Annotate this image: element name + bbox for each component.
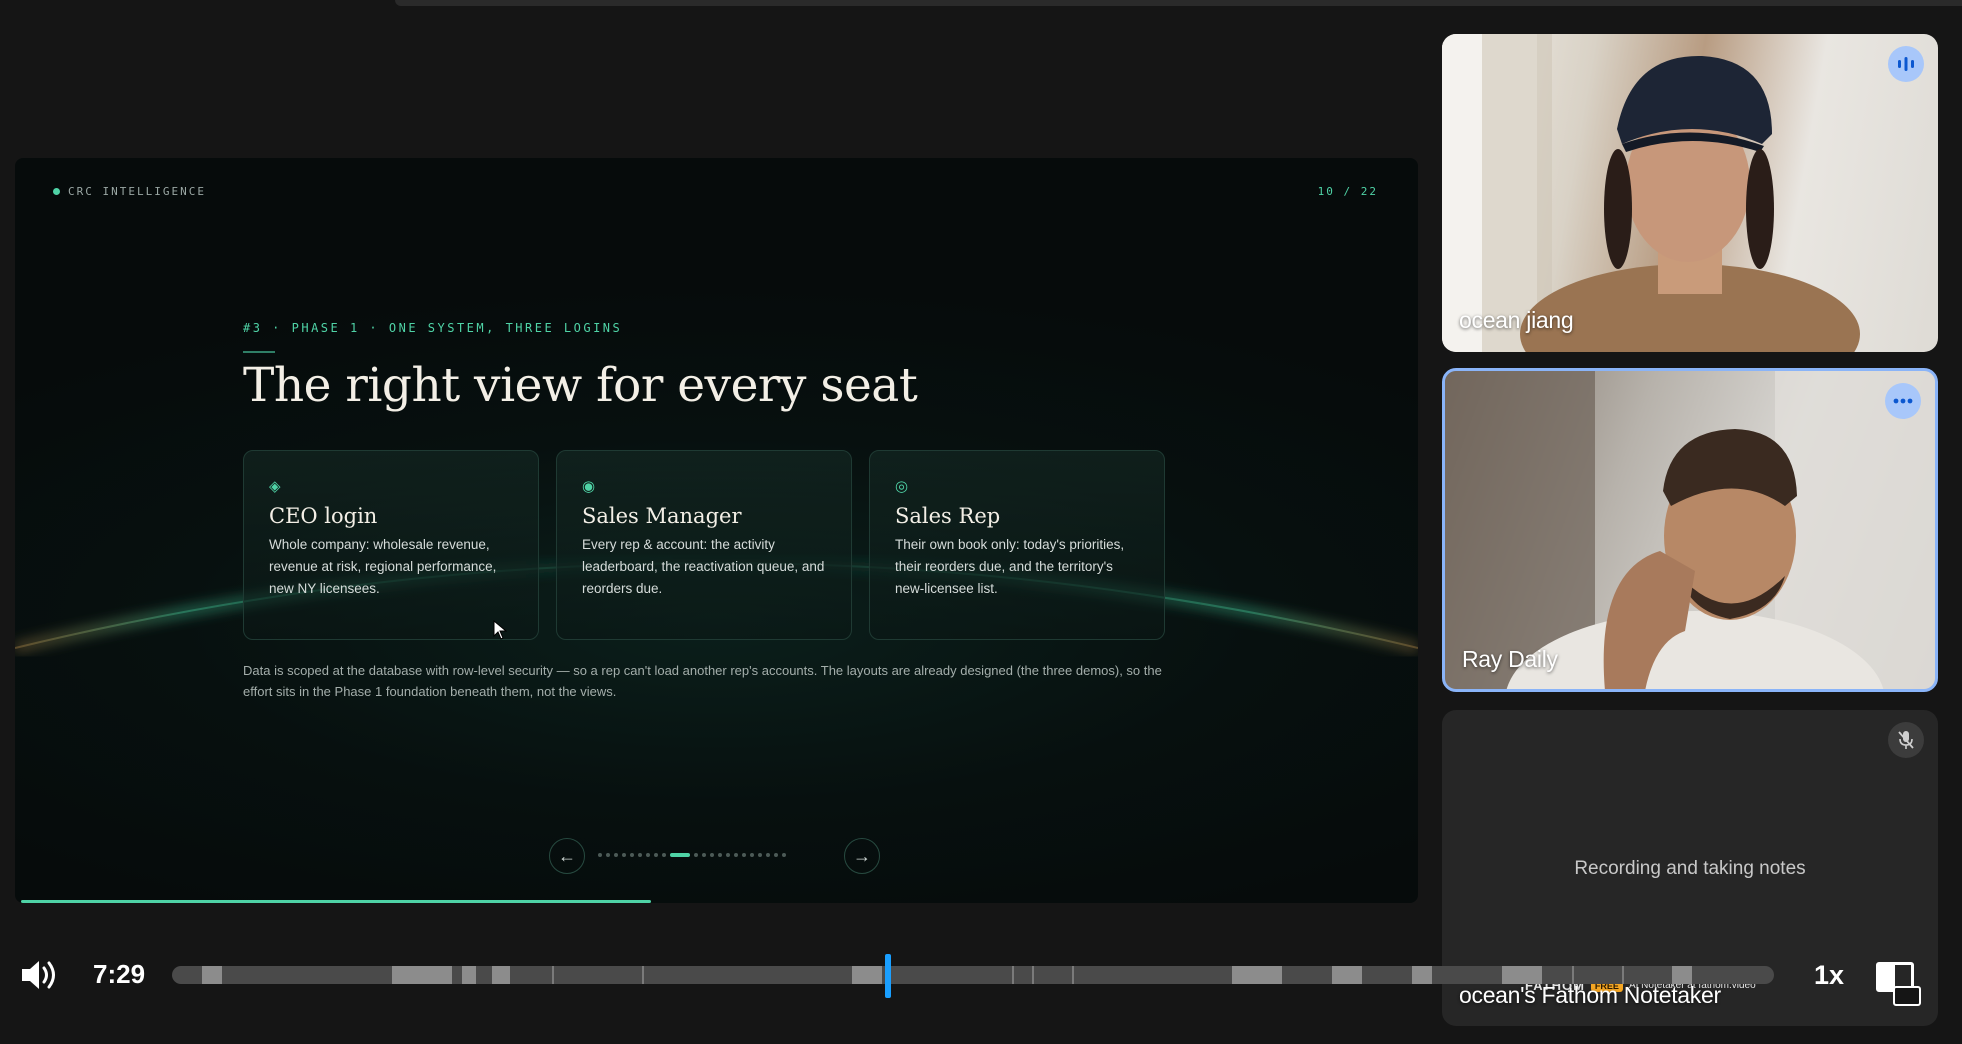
playhead[interactable] — [885, 954, 891, 998]
pager-dot[interactable] — [630, 853, 634, 857]
pager-dot[interactable] — [766, 853, 770, 857]
presentation-slide: CRC INTELLIGENCE 10 / 22 #3 · PHASE 1 · … — [15, 158, 1418, 903]
slide-kicker: #3 · PHASE 1 · ONE SYSTEM, THREE LOGINS — [243, 321, 623, 335]
pager-dot[interactable] — [710, 853, 714, 857]
pager-dot[interactable] — [694, 853, 698, 857]
timeline-scrubber[interactable] — [172, 966, 1774, 984]
target-icon: ◉ — [582, 478, 596, 495]
pager-dot[interactable] — [606, 853, 610, 857]
pager-dot[interactable] — [758, 853, 762, 857]
pager-dot[interactable] — [734, 853, 738, 857]
speaking-icon — [1888, 46, 1924, 82]
card-body: Every rep & account: the activity leader… — [582, 537, 825, 596]
card-sales-rep: ◎ Sales Rep Their own book only: today's… — [869, 450, 1165, 640]
card-ceo-login: ◈ CEO login Whole company: wholesale rev… — [243, 450, 539, 640]
slide-title: The right view for every seat — [243, 358, 918, 413]
participant-video — [1445, 371, 1935, 689]
pager-dot[interactable] — [702, 853, 706, 857]
pager-dot[interactable] — [662, 853, 666, 857]
prev-slide-button[interactable]: ← — [549, 838, 585, 874]
slide-progress-bar — [21, 900, 651, 903]
participant-name: ocean jiang — [1459, 307, 1574, 333]
card-title: Sales Rep — [895, 504, 1001, 528]
pager-dot[interactable] — [614, 853, 618, 857]
pager-dot[interactable] — [638, 853, 642, 857]
participant-tile-ocean-jiang[interactable]: ocean jiang — [1442, 34, 1938, 352]
card-body: Whole company: wholesale revenue, revenu… — [269, 537, 497, 596]
pager-dot[interactable] — [718, 853, 722, 857]
pager-dot[interactable] — [622, 853, 626, 857]
picture-in-picture-icon[interactable] — [1893, 986, 1921, 1006]
more-options-icon[interactable] — [1885, 383, 1921, 419]
pager-dot[interactable] — [750, 853, 754, 857]
kicker-divider — [243, 351, 275, 353]
mic-off-icon — [1888, 722, 1924, 758]
current-time: 7:29 — [93, 959, 146, 989]
pager-dot-active[interactable] — [670, 853, 690, 857]
pager-dot[interactable] — [774, 853, 778, 857]
pager-dot[interactable] — [646, 853, 650, 857]
participant-name: Ray Daily — [1462, 646, 1558, 672]
playback-speed-button[interactable]: 1x — [1814, 960, 1844, 991]
notetaker-status: Recording and taking notes — [1574, 858, 1806, 879]
slide-note: Data is scoped at the database with row-… — [243, 663, 1162, 699]
participant-name: ocean's Fathom Notetaker — [1459, 982, 1721, 1008]
slide-brand: CRC INTELLIGENCE — [53, 185, 206, 198]
volume-icon[interactable] — [20, 958, 60, 997]
card-sales-manager: ◉ Sales Manager Every rep & account: the… — [556, 450, 852, 640]
brand-dot-icon — [53, 188, 60, 195]
pager-dot[interactable] — [726, 853, 730, 857]
participant-tile-ray-daily[interactable]: Ray Daily — [1442, 368, 1938, 692]
slide-pager — [598, 853, 786, 857]
card-title: Sales Manager — [582, 504, 742, 528]
participant-video — [1442, 34, 1860, 352]
pager-dot[interactable] — [654, 853, 658, 857]
diamond-icon: ◈ — [269, 478, 281, 495]
top-bar — [395, 0, 1962, 6]
pager-dot[interactable] — [782, 853, 786, 857]
circle-icon: ◎ — [895, 478, 909, 495]
card-title: CEO login — [269, 504, 378, 528]
mouse-cursor-icon — [493, 619, 508, 645]
pager-dot[interactable] — [598, 853, 602, 857]
card-body: Their own book only: today's priorities,… — [895, 537, 1125, 596]
next-slide-button[interactable]: → — [844, 838, 880, 874]
slide-counter: 10 / 22 — [1317, 185, 1378, 198]
pager-dot[interactable] — [742, 853, 746, 857]
